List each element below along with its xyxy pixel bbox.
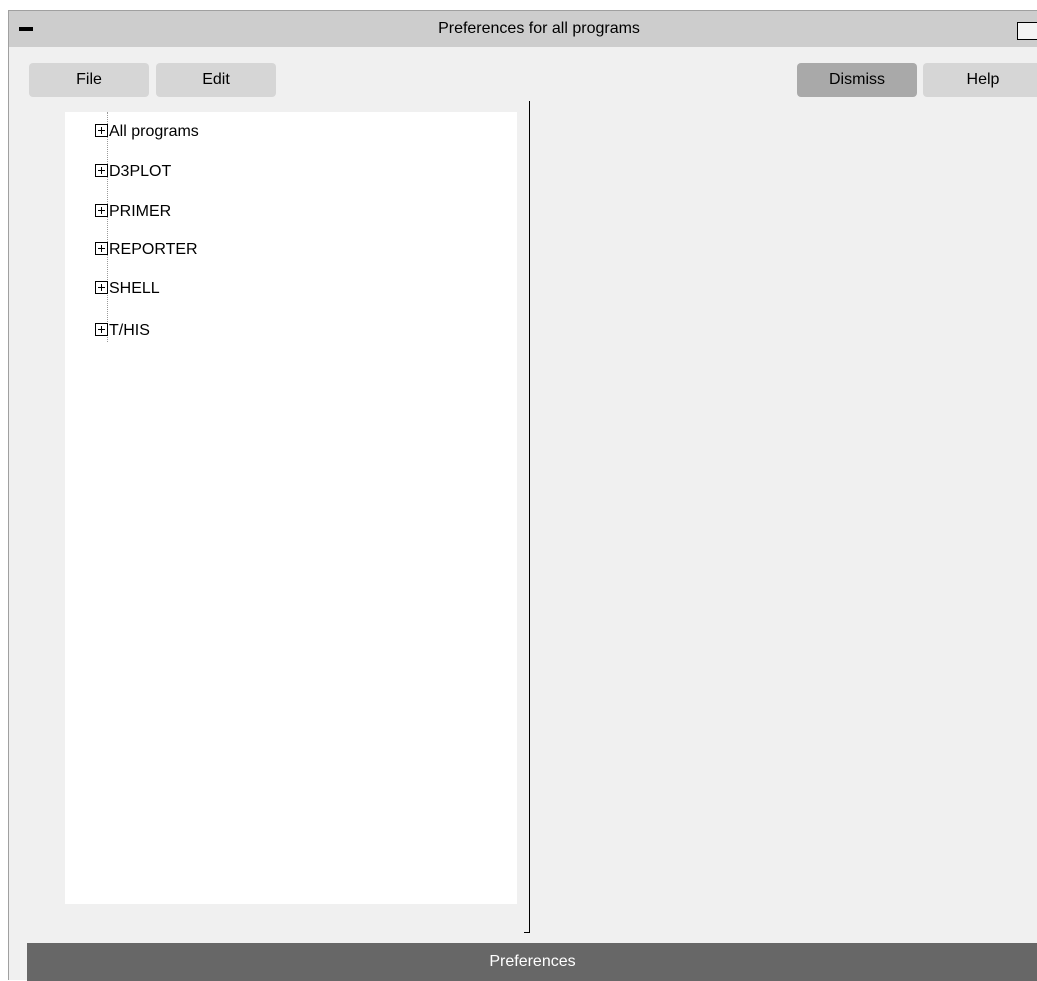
tree-item-reporter[interactable]: REPORTER [95, 238, 198, 262]
tree-item-shell[interactable]: SHELL [95, 277, 160, 301]
tree-item-label: SHELL [109, 280, 160, 297]
preferences-tree: All programs D3PLOT PRIMER REPORTER SHEL… [65, 112, 517, 904]
file-menu-button[interactable]: File [29, 63, 149, 97]
plus-box-icon[interactable] [95, 242, 108, 255]
maximize-button[interactable] [1017, 22, 1037, 40]
panel-splitter[interactable] [529, 101, 530, 933]
help-button[interactable]: Help [923, 63, 1037, 97]
edit-menu-button[interactable]: Edit [156, 63, 276, 97]
tree-connector-line [107, 112, 109, 342]
plus-box-icon[interactable] [95, 281, 108, 294]
tree-item-label: D3PLOT [109, 163, 172, 180]
tree-item-label: REPORTER [109, 241, 198, 258]
dismiss-button[interactable]: Dismiss [797, 63, 917, 97]
window-title: Preferences for all programs [438, 20, 640, 37]
tree-item-all-programs[interactable]: All programs [95, 120, 199, 144]
splitter-end-mark [524, 932, 530, 933]
status-bar: Preferences [27, 943, 1037, 981]
plus-box-icon[interactable] [95, 164, 108, 177]
preferences-window: Preferences for all programs File Edit D… [8, 10, 1037, 981]
plus-box-icon[interactable] [95, 124, 108, 137]
plus-box-icon[interactable] [95, 323, 108, 336]
plus-box-icon[interactable] [95, 204, 108, 217]
tree-item-label: All programs [109, 123, 199, 140]
tree-item-this[interactable]: T/HIS [95, 319, 150, 343]
settings-panel [531, 101, 1037, 941]
tree-item-label: T/HIS [109, 322, 150, 339]
tree-item-label: PRIMER [109, 203, 172, 220]
tree-item-primer[interactable]: PRIMER [95, 200, 171, 224]
title-bar: Preferences for all programs [9, 11, 1037, 47]
tree-item-d3plot[interactable]: D3PLOT [95, 160, 171, 184]
